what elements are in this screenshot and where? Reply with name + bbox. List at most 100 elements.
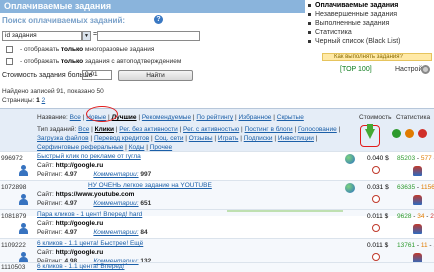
task-id: 1081879 bbox=[1, 213, 27, 220]
menu-item-unfinished[interactable]: Незавершенные задания bbox=[308, 11, 397, 18]
task-price: 0.031 $ bbox=[367, 184, 389, 191]
comments-link[interactable]: Комментарии: bbox=[93, 229, 138, 236]
bullet-icon bbox=[308, 3, 311, 7]
help-icon[interactable]: ? bbox=[154, 15, 163, 24]
highlight-circle bbox=[86, 106, 118, 122]
multi-task-label: - отображать только многоразовые задания bbox=[20, 46, 155, 53]
task-title[interactable]: Быстрый клик по рекламе от гугла bbox=[37, 153, 141, 160]
timer-icon bbox=[372, 166, 380, 174]
menu-item-statistics[interactable]: Статистика bbox=[308, 29, 352, 36]
gear-icon[interactable] bbox=[421, 65, 430, 74]
type-credit-transfer[interactable]: Перевод кредитов bbox=[94, 135, 149, 142]
page-link[interactable]: 2 bbox=[42, 97, 46, 104]
task-id: 1109222 bbox=[1, 242, 26, 249]
globe-icon bbox=[345, 183, 355, 193]
type-codes[interactable]: Коды bbox=[129, 144, 145, 151]
user-icon[interactable] bbox=[19, 194, 28, 205]
task-title[interactable]: Пара кликов - 1 цент! Вперед! hard bbox=[37, 211, 142, 218]
records-count: Найдено записей 91, показано 50 bbox=[2, 88, 104, 95]
type-blog-posting[interactable]: Постинг в блоги bbox=[245, 126, 293, 133]
type-all[interactable]: Все bbox=[78, 126, 89, 133]
clock-icon bbox=[405, 129, 414, 138]
type-investments[interactable]: Инвестиции bbox=[278, 135, 314, 142]
sort-bar: Название: Все | Новые | Лучшие | Рекомен… bbox=[37, 114, 304, 121]
comments-link[interactable]: Комментарии: bbox=[93, 171, 138, 178]
comments-link[interactable]: Комментарии: bbox=[93, 200, 138, 207]
type-voting[interactable]: Голосование bbox=[298, 126, 337, 133]
how-to-tip[interactable]: Как выполнять задания? bbox=[322, 53, 432, 61]
search-input[interactable] bbox=[97, 31, 200, 41]
timer-icon bbox=[372, 253, 380, 261]
menu-item-paid-tasks[interactable]: Оплачиваемые задания bbox=[308, 2, 398, 9]
task-price: 0.011 $ bbox=[367, 213, 389, 220]
task-stats: 85203 - 577 - 1 bbox=[397, 155, 434, 162]
task-title[interactable]: НУ ОЧЕНЬ легкое задание на YOUTUBE bbox=[88, 182, 212, 189]
column-cost[interactable]: Стоимость bbox=[359, 114, 392, 121]
task-rating: Рейтинг: 4.97 Комментарии: 651 bbox=[37, 200, 152, 207]
type-social[interactable]: Соц. сети bbox=[155, 135, 184, 142]
type-file-upload[interactable]: Загрузка файлов bbox=[37, 135, 89, 142]
sort-recommended[interactable]: Рекомендуемые bbox=[142, 114, 191, 121]
type-surf-referrals[interactable]: Серфинговые реферальные bbox=[37, 144, 123, 151]
task-site: Сайт: https://www.youtube.com bbox=[37, 191, 135, 198]
timer-icon bbox=[372, 195, 380, 203]
cost-input[interactable]: 0.01 bbox=[82, 70, 112, 80]
sort-favorites[interactable]: Избранное bbox=[238, 114, 271, 121]
menu-item-completed[interactable]: Выполненные задания bbox=[308, 20, 389, 27]
task-id: 996972 bbox=[1, 155, 23, 162]
type-reviews[interactable]: Отзывы bbox=[189, 135, 213, 142]
menu-item-blacklist[interactable]: Черный список (Black List) bbox=[308, 38, 401, 45]
user-icon[interactable] bbox=[19, 165, 28, 176]
autoconfirm-checkbox[interactable] bbox=[6, 58, 13, 65]
task-stats: 63635 - 1156 - 45 bbox=[397, 184, 434, 191]
type-reg-no-activity[interactable]: Рег. без активности bbox=[119, 126, 177, 133]
type-reg-activity[interactable]: Рег. с активностью bbox=[183, 126, 239, 133]
timer-icon bbox=[372, 224, 380, 232]
task-id: 1072898 bbox=[1, 184, 27, 191]
column-stats: Статистика bbox=[396, 114, 431, 121]
chevron-down-icon[interactable]: ▼ bbox=[82, 31, 91, 41]
bullet-icon bbox=[308, 30, 311, 34]
task-rating: Рейтинг: 4.97 Комментарии: 997 bbox=[37, 171, 152, 178]
user-icon[interactable] bbox=[19, 223, 28, 234]
task-stats: 13761 - 11 - 16 bbox=[397, 242, 434, 249]
task-type-filter: Тип заданий: Все | Клики | Рег. без акти… bbox=[37, 126, 341, 151]
page-current: 1 bbox=[36, 97, 40, 104]
task-title[interactable]: 6 кликов - 1.1 цента! Вперед! bbox=[37, 263, 125, 270]
task-title[interactable]: 6 кликов - 1.1 цента! Быстрее! Ещё bbox=[37, 240, 143, 247]
types-label: Тип заданий: bbox=[37, 126, 77, 133]
sort-all[interactable]: Все bbox=[70, 114, 81, 121]
pagination: Страницы: 1 2 bbox=[2, 97, 46, 104]
multi-task-checkbox[interactable] bbox=[6, 46, 13, 53]
sort-label: Название bbox=[37, 114, 67, 121]
type-clicks[interactable]: Клики bbox=[95, 126, 114, 133]
sort-down-arrow-icon[interactable] bbox=[365, 129, 375, 139]
type-other[interactable]: Прочее bbox=[150, 144, 172, 151]
bullet-icon bbox=[308, 21, 311, 25]
autoconfirm-label: - отображать только задания с автоподтве… bbox=[20, 58, 182, 65]
task-id: 1110503 bbox=[1, 264, 26, 271]
type-games[interactable]: Играть bbox=[218, 135, 239, 142]
bullet-icon bbox=[308, 39, 311, 43]
wizard-icon bbox=[413, 195, 422, 205]
task-price: 0.040 $ bbox=[367, 155, 389, 162]
task-site: Сайт: http://google.ru bbox=[37, 162, 104, 169]
globe-icon bbox=[345, 154, 355, 164]
task-site: Сайт: http://google.ru bbox=[37, 220, 104, 227]
down-arrow-icon bbox=[418, 129, 427, 138]
up-arrow-icon bbox=[392, 129, 401, 138]
table-row: 1110503 6 кликов - 1.1 цента! Вперед! bbox=[0, 262, 434, 272]
search-label: Поиск оплачиваемых заданий: bbox=[2, 16, 126, 25]
task-price: 0.011 $ bbox=[367, 242, 389, 249]
page-title: Оплачиваемые задания bbox=[0, 0, 305, 13]
search-field-select[interactable]: id задания bbox=[2, 31, 82, 41]
task-rating: Рейтинг: 4.97 Комментарии: 84 bbox=[37, 229, 148, 236]
bullet-icon bbox=[308, 12, 311, 16]
sort-hidden[interactable]: Скрытые bbox=[277, 114, 304, 121]
task-site: Сайт: http://google.ru bbox=[37, 249, 104, 256]
sort-rating[interactable]: По рейтингу bbox=[196, 114, 233, 121]
top100-link[interactable]: [TOP 100] bbox=[340, 66, 372, 73]
wizard-icon bbox=[413, 166, 422, 176]
type-subscriptions[interactable]: Подписки bbox=[244, 135, 273, 142]
find-button[interactable]: Найти bbox=[118, 70, 193, 81]
